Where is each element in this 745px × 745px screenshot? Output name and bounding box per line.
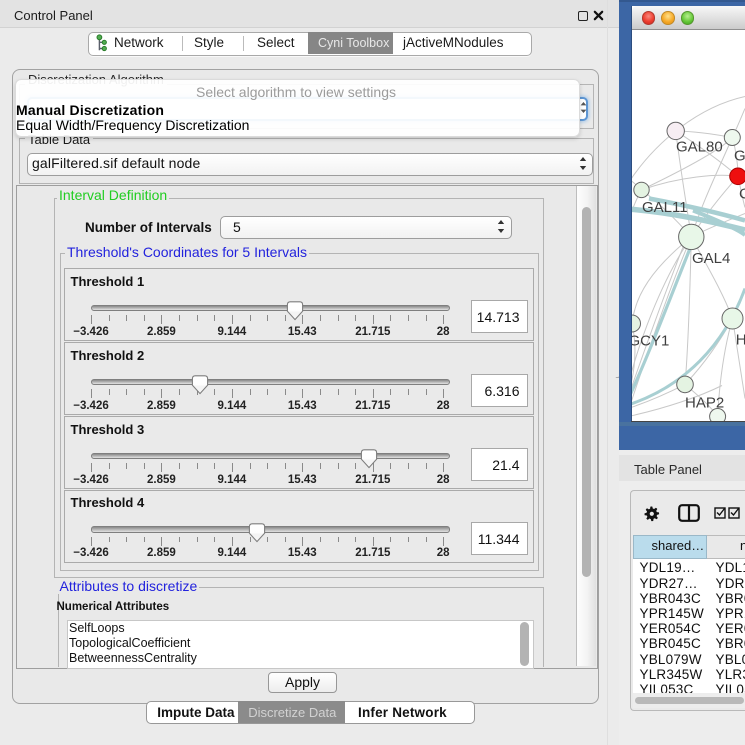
svg-text:HAP2: HAP2 <box>685 394 724 411</box>
svg-text:GAL80: GAL80 <box>676 138 723 155</box>
svg-text:GAL4: GAL4 <box>692 250 730 267</box>
svg-text:GCY1: GCY1 <box>632 332 669 349</box>
svg-text:GA: GA <box>734 147 745 164</box>
svg-text:GAL11: GAL11 <box>642 199 688 216</box>
svg-text:C: C <box>739 185 745 202</box>
svg-text:H: H <box>736 331 745 348</box>
